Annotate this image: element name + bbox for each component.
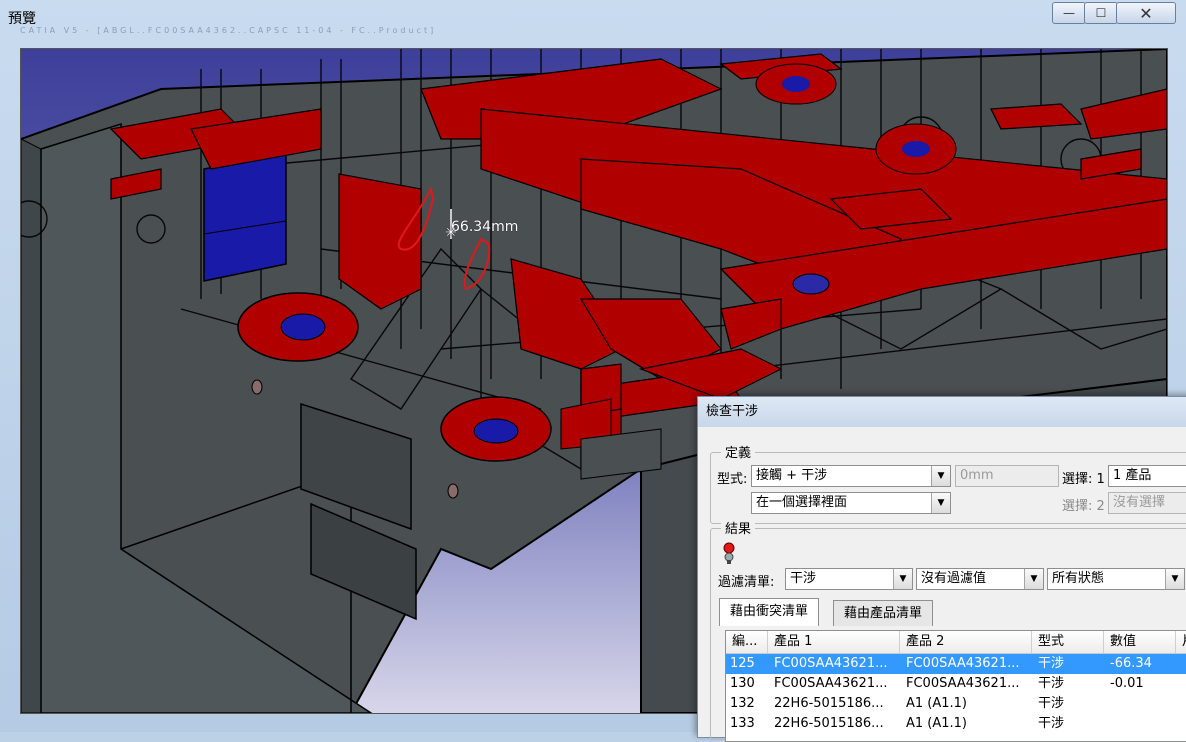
close-button[interactable]: ✕ [1116,2,1176,24]
table-row[interactable]: 130 FC00SAA43621... FC00SAA43621... 干涉 -… [726,674,1186,694]
chevron-down-icon: ▼ [1024,569,1043,589]
selection1-label: 選擇: 1 [1062,472,1105,487]
measurement-label: ✳ 66.34mm [445,219,519,241]
table-row[interactable]: 133 22H6-5015186... A1 (A1.1) 干涉 [726,714,1186,734]
selection1-field[interactable]: 1 產品 [1108,465,1186,487]
definition-group-label: 定義 [721,442,756,461]
col-type-header[interactable]: 型式 [1032,631,1104,653]
tab-by-conflict[interactable]: 藉由衝突清單 [719,598,820,626]
traffic-light-icon [723,542,735,564]
conflict-table: 編... 產品 1 產品 2 型式 數值 片 125 FC00SAA43621.… [725,630,1186,742]
filter-status-dropdown[interactable]: 所有狀態 ▼ [1047,568,1185,590]
scope-dropdown[interactable]: 在一個選擇裡面 ▼ [751,492,951,514]
col-number-header[interactable]: 編... [726,631,768,653]
chevron-down-icon: ▼ [931,493,950,513]
chevron-down-icon: ▼ [1165,569,1184,589]
title-bar[interactable]: 預覽 CATIA V5 - [ABGL..FC00SAA4362..CAPSC … [0,0,1186,35]
table-row[interactable]: 125 FC00SAA43621... FC00SAA43621... 干涉 -… [726,654,1186,674]
col-value-header[interactable]: 數值 [1104,631,1176,653]
col-extra-header[interactable]: 片 [1176,631,1186,653]
selection2-field[interactable]: 沒有選擇 [1108,492,1186,514]
crosshair-icon: ✳ [445,225,457,241]
col-product1-header[interactable]: 產品 1 [768,631,900,653]
filter-list-label: 過濾清單: [718,575,775,590]
chevron-down-icon: ▼ [931,466,950,486]
col-product2-header[interactable]: 產品 2 [900,631,1032,653]
maximize-button[interactable]: ☐ [1084,2,1118,24]
type-dropdown[interactable]: 接觸 + 干涉 ▼ [751,465,951,487]
type-label: 型式: [717,472,748,487]
filter-type-dropdown[interactable]: 干涉 ▼ [785,568,913,590]
selected-face [203,153,287,282]
selection2-label: 選擇: 2 [1062,499,1105,514]
results-group-label: 結果 [721,518,756,537]
window-caption-ghost: CATIA V5 - [ABGL..FC00SAA4362..CAPSC 11-… [20,26,437,35]
filter-value-dropdown[interactable]: 沒有過濾值 ▼ [916,568,1044,590]
window-title: 預覽 [8,11,36,27]
tab-by-product[interactable]: 藉由產品清單 [833,600,934,626]
table-row[interactable]: 132 22H6-5015186... A1 (A1.1) 干涉 [726,694,1186,714]
minimize-button[interactable]: — [1052,2,1086,24]
dialog-title[interactable]: 檢查干涉 [698,397,1186,427]
table-header: 編... 產品 1 產品 2 型式 數值 片 [726,631,1186,654]
clearance-field[interactable]: 0mm [955,465,1059,487]
chevron-down-icon: ▼ [893,569,912,589]
